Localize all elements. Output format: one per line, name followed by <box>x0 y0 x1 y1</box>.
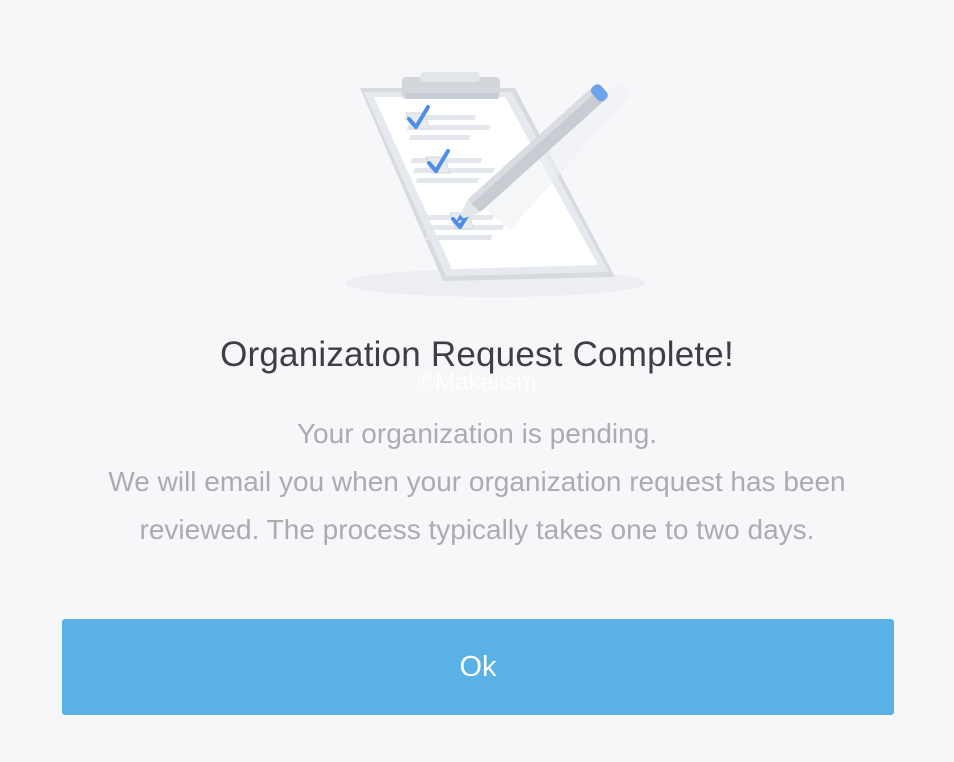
status-message-line: We will email you when your organization… <box>108 466 846 497</box>
ok-button[interactable]: Ok <box>62 619 894 715</box>
request-complete-dialog: Organization Request Complete! ©Makeiism… <box>0 0 954 762</box>
status-message-line: reviewed. The process typically takes on… <box>139 514 815 545</box>
status-message-line: Your organization is pending. <box>296 418 658 449</box>
watermark-text: ©Makeiism <box>417 369 537 396</box>
clipboard-checklist-icon <box>330 55 650 300</box>
